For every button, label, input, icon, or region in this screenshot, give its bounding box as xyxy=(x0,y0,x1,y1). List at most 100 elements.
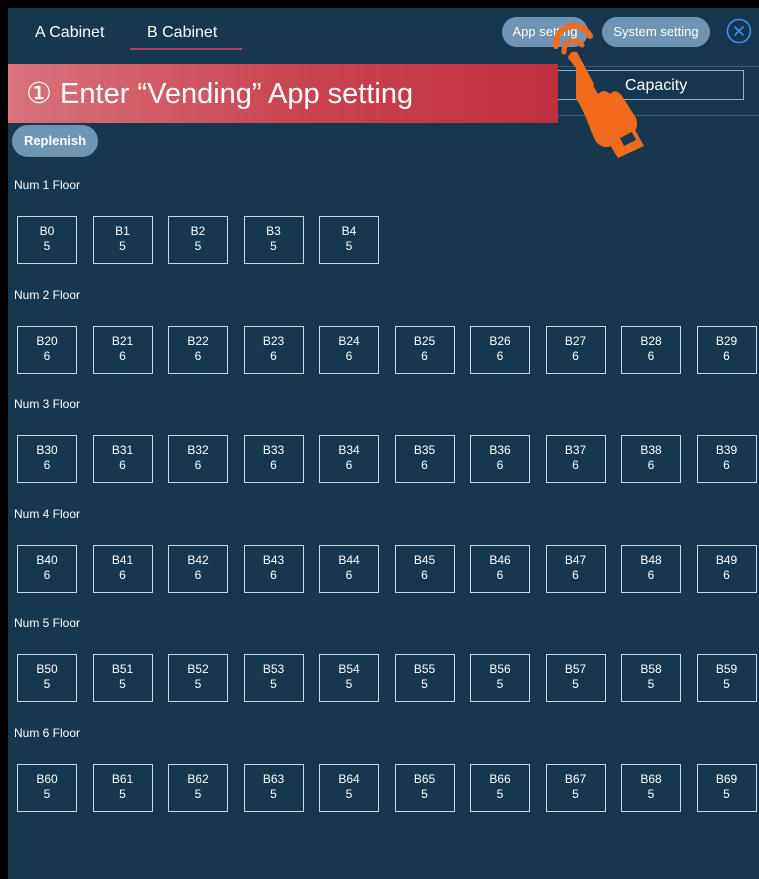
slot-capacity: 5 xyxy=(647,677,655,691)
slot-capacity: 6 xyxy=(572,458,579,472)
slot-b26[interactable]: B26 6 xyxy=(470,325,530,374)
slot-b48[interactable]: B48 6 xyxy=(621,544,681,593)
slot-id: B4 xyxy=(341,224,357,238)
slot-b62[interactable]: B62 5 xyxy=(168,763,228,812)
tab-a-cabinet[interactable]: A Cabinet xyxy=(35,24,104,42)
slot-b28[interactable]: B28 6 xyxy=(621,325,681,374)
slot-id: B60 xyxy=(36,771,58,786)
slot-capacity: 6 xyxy=(270,567,277,582)
slot-b65[interactable]: B65 5 xyxy=(394,763,455,812)
close-icon[interactable] xyxy=(726,18,752,44)
slot-b69[interactable]: B69 5 xyxy=(696,763,757,812)
slot-b64[interactable]: B64 5 xyxy=(319,763,379,812)
slot-capacity: 5 xyxy=(572,677,579,691)
slot-b38[interactable]: B38 6 xyxy=(621,435,681,483)
slot-b34[interactable]: B34 6 xyxy=(319,435,379,483)
slot-b60[interactable]: B60 5 xyxy=(17,763,77,812)
slot-b54[interactable]: B54 5 xyxy=(319,654,379,702)
slot-capacity: 6 xyxy=(647,567,655,582)
slot-capacity: 5 xyxy=(572,786,579,801)
slot-id: B62 xyxy=(187,771,209,786)
slot-b57[interactable]: B57 5 xyxy=(545,654,606,702)
slot-b33[interactable]: B33 6 xyxy=(243,435,304,483)
slot-b42[interactable]: B42 6 xyxy=(168,544,228,593)
slot-id: B61 xyxy=(111,771,134,786)
slot-id: B21 xyxy=(111,333,134,348)
slot-b29[interactable]: B29 6 xyxy=(696,325,757,374)
slot-b0[interactable]: B0 5 xyxy=(17,216,77,264)
slot-b46[interactable]: B46 6 xyxy=(470,544,530,593)
slot-id: B52 xyxy=(187,662,209,676)
slot-b43[interactable]: B43 6 xyxy=(243,544,304,593)
slot-id: B42 xyxy=(187,552,209,567)
slot-id: B43 xyxy=(262,552,285,567)
slot-id: B33 xyxy=(262,443,285,457)
slot-capacity: 6 xyxy=(270,458,277,472)
slot-b4[interactable]: B4 5 xyxy=(319,216,379,264)
slot-b52[interactable]: B52 5 xyxy=(168,654,228,702)
floor-label: Num 4 Floor xyxy=(14,506,81,521)
slot-b2[interactable]: B2 5 xyxy=(168,216,228,264)
slot-capacity: 5 xyxy=(194,239,202,253)
slot-id: B64 xyxy=(338,771,360,786)
slot-b24[interactable]: B24 6 xyxy=(319,325,379,374)
slot-id: B49 xyxy=(715,552,738,567)
slot-b41[interactable]: B41 6 xyxy=(92,544,153,593)
slot-b44[interactable]: B44 6 xyxy=(319,544,379,593)
slot-b50[interactable]: B50 5 xyxy=(17,654,77,702)
slot-id: B0 xyxy=(39,224,55,238)
slot-b31[interactable]: B31 6 xyxy=(92,435,153,483)
slot-capacity: 5 xyxy=(723,677,730,691)
slot-id: B69 xyxy=(715,771,738,786)
slot-b23[interactable]: B23 6 xyxy=(243,325,304,374)
slot-id: B23 xyxy=(262,333,285,348)
slot-b68[interactable]: B68 5 xyxy=(621,763,681,812)
slot-b27[interactable]: B27 6 xyxy=(545,325,606,374)
slot-b25[interactable]: B25 6 xyxy=(394,325,455,374)
slot-b56[interactable]: B56 5 xyxy=(470,654,530,702)
slot-b40[interactable]: B40 6 xyxy=(17,544,77,593)
slot-id: B31 xyxy=(111,443,134,457)
slot-b61[interactable]: B61 5 xyxy=(92,763,153,812)
slot-b39[interactable]: B39 6 xyxy=(696,435,757,483)
slot-b51[interactable]: B51 5 xyxy=(92,654,153,702)
slot-b67[interactable]: B67 5 xyxy=(545,763,606,812)
slot-id: B44 xyxy=(338,552,360,567)
slot-capacity: 6 xyxy=(572,348,579,363)
slot-b20[interactable]: B20 6 xyxy=(17,325,77,374)
slot-b37[interactable]: B37 6 xyxy=(545,435,606,483)
slot-id: B48 xyxy=(640,552,662,567)
slot-id: B50 xyxy=(36,662,58,676)
slot-capacity: 5 xyxy=(119,677,126,691)
replenish-button[interactable]: Replenish xyxy=(12,125,98,157)
slot-b32[interactable]: B32 6 xyxy=(168,435,228,483)
slot-id: B35 xyxy=(413,443,436,457)
slot-b55[interactable]: B55 5 xyxy=(394,654,455,702)
slot-b35[interactable]: B35 6 xyxy=(394,435,455,483)
slot-capacity: 6 xyxy=(723,458,730,472)
slot-b49[interactable]: B49 6 xyxy=(696,544,757,593)
slot-id: B47 xyxy=(564,552,587,567)
vending-settings-screen: A Cabinet B Cabinet App setting System s… xyxy=(8,8,759,879)
slot-capacity: 5 xyxy=(270,786,277,801)
slot-b22[interactable]: B22 6 xyxy=(168,325,228,374)
slot-b58[interactable]: B58 5 xyxy=(621,654,681,702)
slot-capacity: 6 xyxy=(496,458,504,472)
slot-b30[interactable]: B30 6 xyxy=(17,435,77,483)
slot-b47[interactable]: B47 6 xyxy=(545,544,606,593)
slot-capacity: 6 xyxy=(194,348,202,363)
slot-b59[interactable]: B59 5 xyxy=(696,654,757,702)
slot-capacity: 5 xyxy=(43,239,51,253)
slot-b36[interactable]: B36 6 xyxy=(470,435,530,483)
slot-b53[interactable]: B53 5 xyxy=(243,654,304,702)
slot-b63[interactable]: B63 5 xyxy=(243,763,304,812)
slot-b66[interactable]: B66 5 xyxy=(470,763,530,812)
slot-b1[interactable]: B1 5 xyxy=(92,216,153,264)
tab-b-cabinet[interactable]: B Cabinet xyxy=(147,24,217,42)
slot-b3[interactable]: B3 5 xyxy=(243,216,304,264)
slot-id: B54 xyxy=(338,662,360,676)
slot-capacity: 6 xyxy=(496,567,504,582)
slot-id: B65 xyxy=(413,771,436,786)
slot-b45[interactable]: B45 6 xyxy=(394,544,455,593)
slot-b21[interactable]: B21 6 xyxy=(92,325,153,374)
